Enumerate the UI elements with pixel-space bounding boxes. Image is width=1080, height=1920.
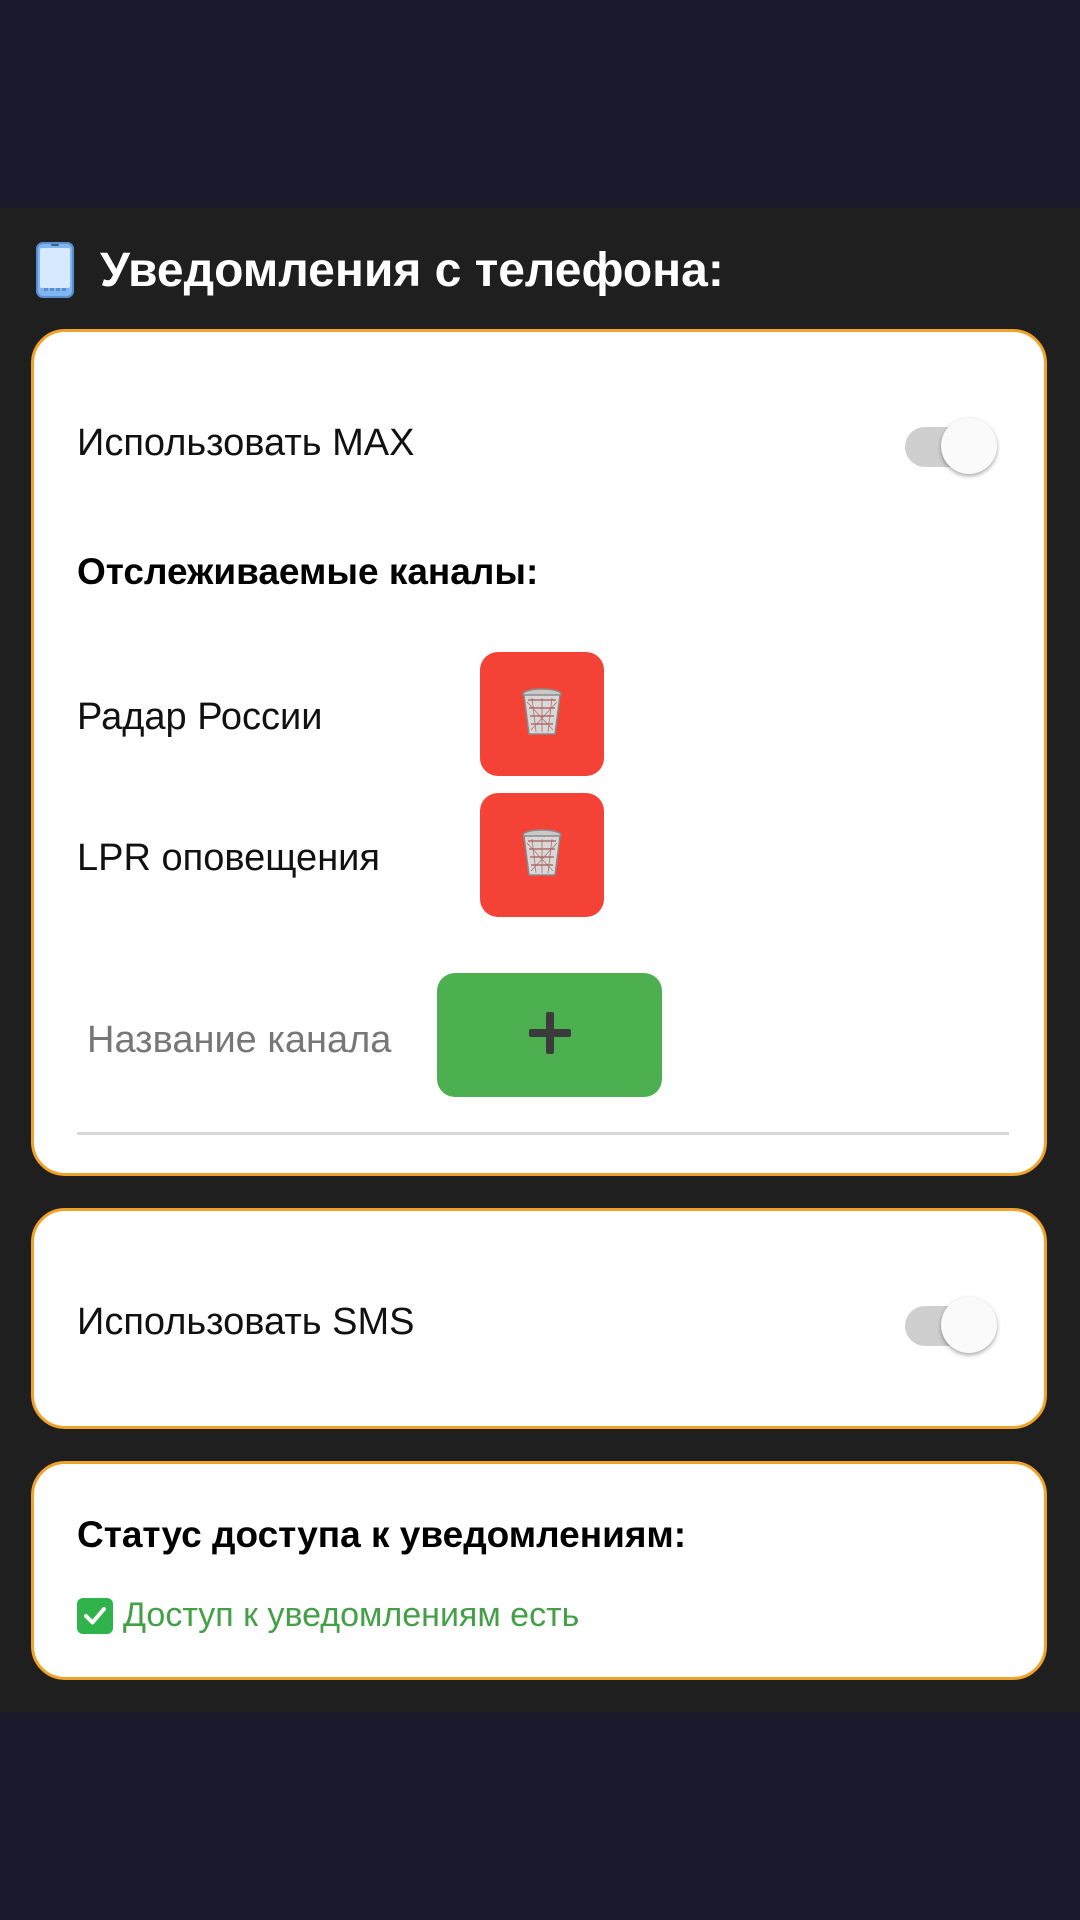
channel-name: Радар России	[77, 696, 323, 738]
toggle-thumb	[941, 1297, 997, 1353]
divider	[77, 1132, 1009, 1135]
use-max-label: Использовать MAX	[77, 422, 415, 464]
toggle-thumb	[941, 418, 997, 474]
access-status-heading: Статус доступа к уведомлениям:	[77, 1514, 687, 1555]
access-status: Доступ к уведомлениям есть	[77, 1596, 579, 1635]
access-status-text: Доступ к уведомлениям есть	[123, 1596, 580, 1634]
trash-icon	[520, 687, 564, 741]
check-mark-icon	[77, 1597, 113, 1634]
use-sms-label: Использовать SMS	[77, 1301, 415, 1343]
tracked-channels-heading: Отслеживаемые каналы:	[77, 551, 539, 592]
plus-icon	[527, 1010, 573, 1061]
notification-access-card: Статус доступа к уведомлениям: Доступ к …	[31, 1461, 1047, 1680]
add-channel-button[interactable]	[437, 973, 662, 1097]
use-sms-toggle[interactable]	[905, 1289, 999, 1353]
trash-icon	[520, 828, 564, 882]
max-settings-card: Использовать MAX Отслеживаемые каналы: Р…	[31, 329, 1047, 1176]
delete-channel-button[interactable]	[480, 652, 604, 776]
delete-channel-button[interactable]	[480, 793, 604, 917]
channel-name-input[interactable]	[87, 1015, 417, 1065]
sms-settings-card: Использовать SMS	[31, 1208, 1047, 1429]
phone-icon	[36, 242, 74, 298]
section-title: Уведомления с телефона:	[100, 243, 724, 297]
section-header: Уведомления с телефона:	[36, 240, 724, 300]
channel-name: LPR оповещения	[77, 837, 380, 879]
use-max-toggle[interactable]	[905, 410, 999, 474]
